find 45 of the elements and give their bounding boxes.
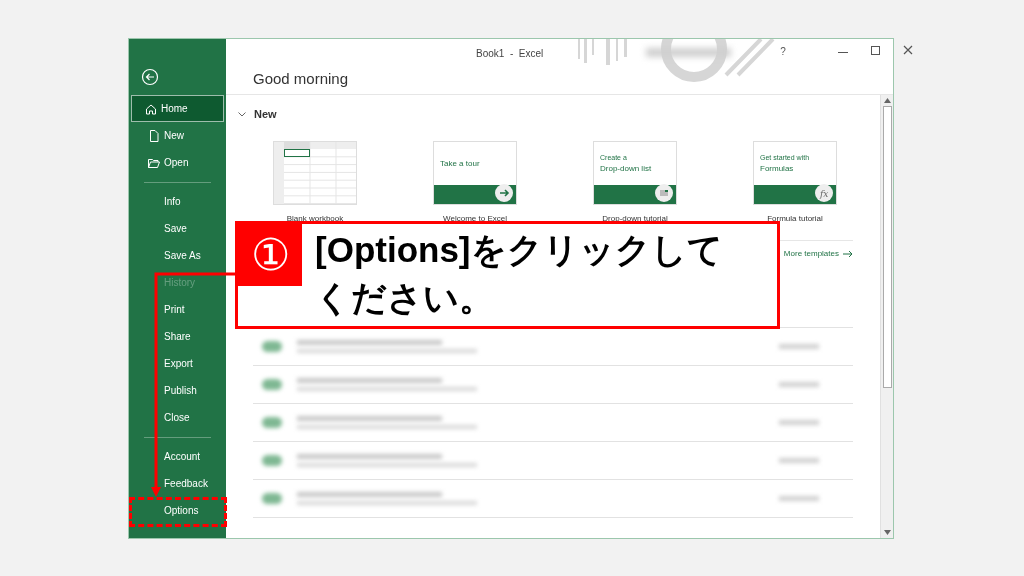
template-caption: Drop-down list <box>600 163 653 174</box>
sidebar-item[interactable]: Info <box>131 188 224 215</box>
sidebar-item[interactable]: Options <box>131 497 224 524</box>
template-label[interactable]: Blank workbook <box>286 213 344 225</box>
scrollbar-thumb[interactable] <box>882 106 892 388</box>
folder-icon <box>148 156 160 169</box>
template-caption: Formulas <box>760 163 795 174</box>
spreadsheet-thumbnail-drawing[interactable] <box>273 141 357 205</box>
greeting-heading: Good morning <box>253 68 349 89</box>
file-icon <box>148 129 160 142</box>
home-icon <box>145 102 157 115</box>
sidebar-item[interactable]: Save <box>131 215 224 242</box>
close-icon[interactable] <box>903 45 913 55</box>
sidebar-item[interactable]: Feedback <box>131 470 224 497</box>
step-number: ① <box>238 224 302 286</box>
sidebar-item[interactable]: Save As <box>131 242 224 269</box>
section-heading: New <box>254 106 277 122</box>
function-icon: fx <box>815 184 833 202</box>
template-thumbnail[interactable]: Take a tour <box>433 141 517 205</box>
scroll-down-icon[interactable] <box>883 530 891 535</box>
window-title: Book1 - Excel <box>476 47 544 61</box>
instruction-text: [Options]をクリックしてください。 <box>315 229 724 319</box>
arrow-right-icon <box>843 250 853 258</box>
sidebar-item[interactable]: Export <box>131 350 224 377</box>
chevron-down-icon[interactable] <box>238 111 246 117</box>
help-button[interactable]: ? <box>776 44 790 59</box>
scrollbar[interactable] <box>880 95 893 538</box>
scroll-up-icon[interactable] <box>883 98 891 103</box>
sidebar-item[interactable]: Share <box>131 323 224 350</box>
back-icon[interactable] <box>141 68 159 86</box>
template-label[interactable]: Welcome to Excel <box>443 213 507 225</box>
minimize-icon[interactable] <box>838 52 848 54</box>
sidebar-item[interactable]: Publish <box>131 377 224 404</box>
maximize-icon[interactable] <box>871 46 880 55</box>
sidebar-item[interactable]: New <box>131 122 224 149</box>
sidebar-item[interactable]: Close <box>131 404 224 431</box>
sidebar-item[interactable]: Open <box>131 149 224 176</box>
sidebar-item[interactable]: Account <box>131 443 224 470</box>
template-label[interactable]: Drop-down tutorial <box>602 213 668 225</box>
sidebar-item[interactable]: Print <box>131 296 224 323</box>
template-label[interactable]: Formula tutorial <box>767 213 823 225</box>
list-icon <box>655 184 673 202</box>
sidebar-item[interactable]: Home <box>131 95 224 122</box>
more-templates-link[interactable]: More templates <box>783 248 853 260</box>
template-caption: Take a tour <box>440 158 481 169</box>
